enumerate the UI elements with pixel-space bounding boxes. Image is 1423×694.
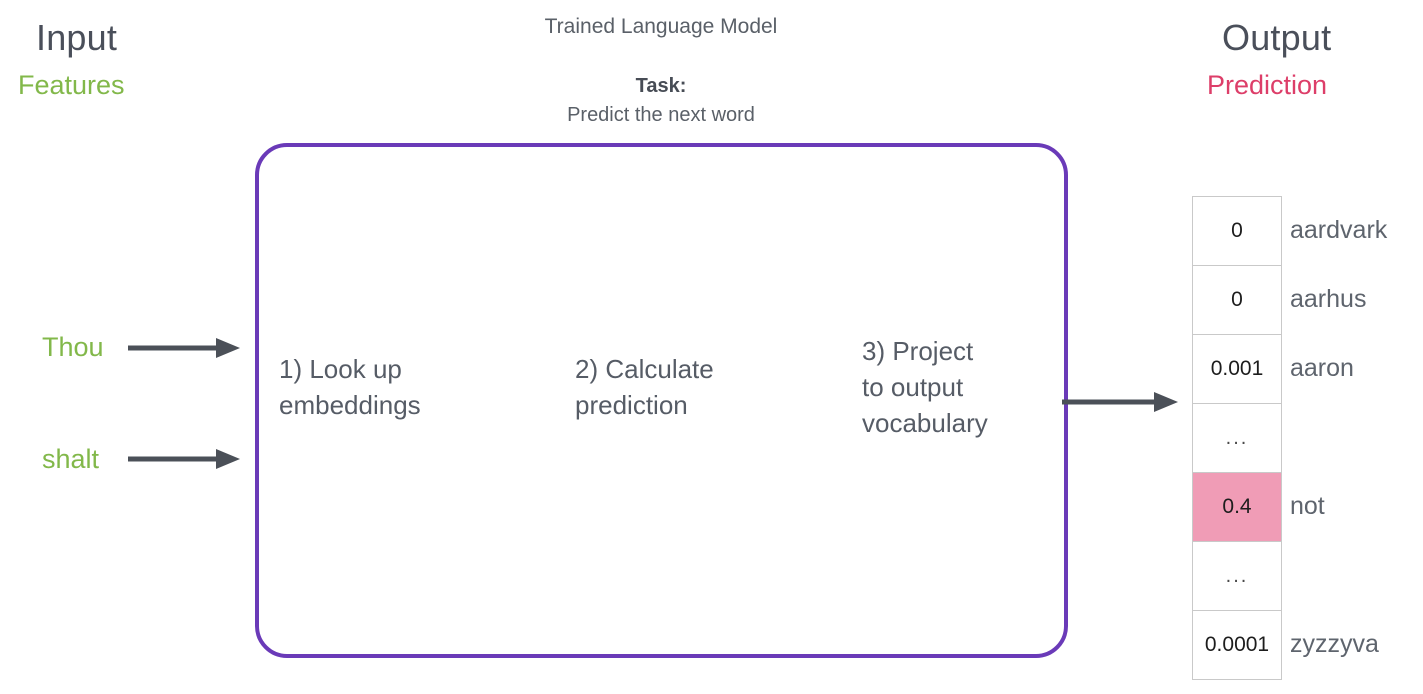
table-row: ... bbox=[1192, 541, 1282, 611]
table-row: 0.0001 bbox=[1192, 610, 1282, 680]
model-step-2: 2) Calculate prediction bbox=[575, 354, 714, 420]
output-value-cell: 0.0001 bbox=[1192, 610, 1282, 680]
table-row: 0 bbox=[1192, 196, 1282, 266]
arrow-right-icon-input-1 bbox=[128, 449, 240, 469]
output-value-cell: 0 bbox=[1192, 265, 1282, 335]
output-word-list: aardvark aarhus aaron not zyzzyva bbox=[1290, 196, 1387, 679]
output-value-cell: 0.001 bbox=[1192, 334, 1282, 404]
output-word-label: aarhus bbox=[1290, 285, 1367, 313]
arrow-right-icon-input-0 bbox=[128, 338, 240, 358]
output-word-label: zyzzyva bbox=[1290, 630, 1379, 658]
task-description: Predict the next word bbox=[567, 104, 755, 126]
table-row: 0.001 bbox=[1192, 334, 1282, 404]
output-word-label: aardvark bbox=[1290, 216, 1388, 244]
output-word-label-highlighted: not bbox=[1290, 492, 1325, 520]
task-label: Task: bbox=[635, 75, 687, 97]
table-row: 0 bbox=[1192, 265, 1282, 335]
arrow-right-icon-output bbox=[1062, 392, 1178, 412]
input-word-thou: Thou bbox=[42, 332, 104, 362]
table-row-highlighted: 0.4 bbox=[1192, 472, 1282, 542]
output-value-cell-ellipsis: ... bbox=[1192, 541, 1282, 611]
output-value-cell-ellipsis: ... bbox=[1192, 403, 1282, 473]
output-table-body: 0 0 0.001 ... 0.4 ... 0.0001 bbox=[1192, 196, 1282, 680]
input-word-shalt: shalt bbox=[42, 444, 100, 474]
output-value-cell-highlighted: 0.4 bbox=[1192, 472, 1282, 542]
output-word-label: aaron bbox=[1290, 354, 1354, 382]
output-probability-table: 0 0 0.001 ... 0.4 ... 0.0001 bbox=[1192, 196, 1282, 680]
model-step-1: 1) Look up embeddings bbox=[279, 354, 421, 420]
model-step-3: 3) Project to output vocabulary bbox=[862, 336, 988, 438]
table-row: ... bbox=[1192, 403, 1282, 473]
output-value-cell: 0 bbox=[1192, 196, 1282, 266]
output-word-label-empty bbox=[1290, 541, 1387, 610]
output-word-label-empty bbox=[1290, 403, 1387, 472]
model-title: Trained Language Model bbox=[544, 15, 778, 38]
